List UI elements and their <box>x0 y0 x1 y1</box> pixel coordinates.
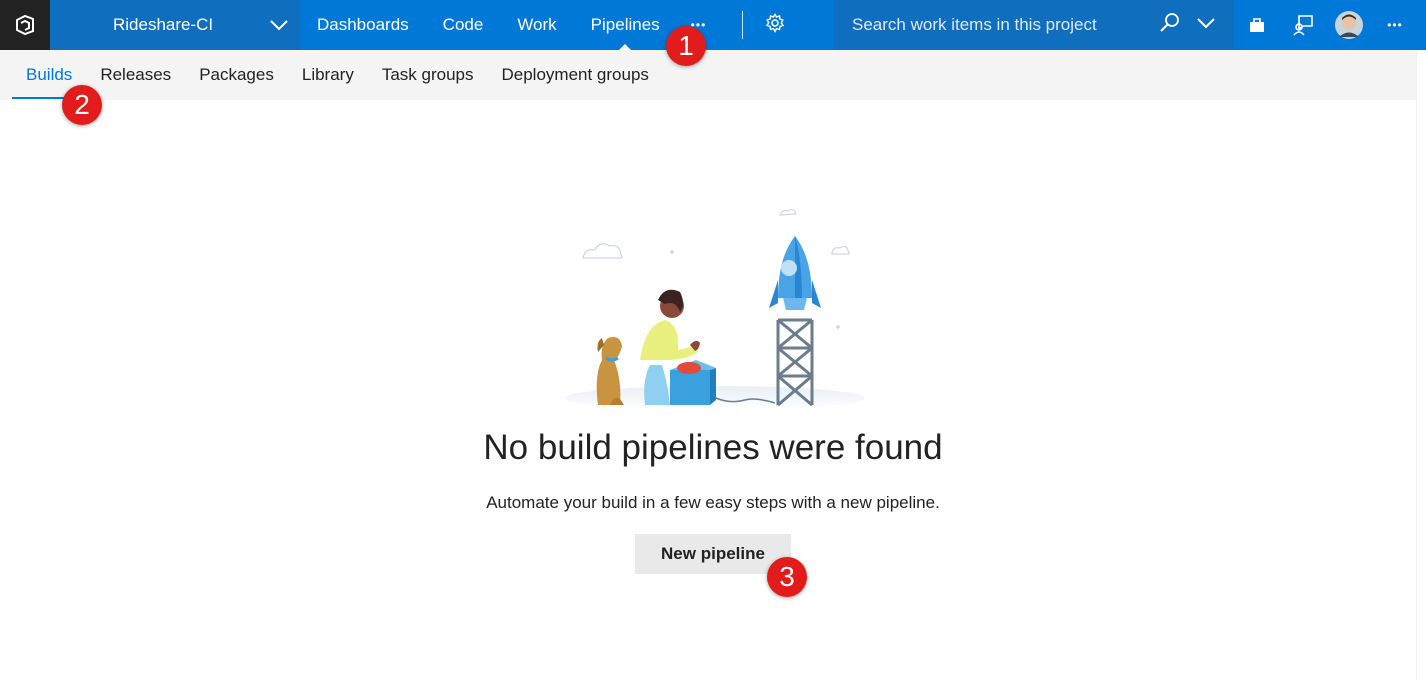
avatar[interactable] <box>1326 0 1372 50</box>
more-options-button[interactable]: ••• <box>1372 0 1418 50</box>
gear-icon <box>765 12 785 38</box>
empty-state-description: Automate your build in a few easy steps … <box>486 493 940 512</box>
rocket-launch-illustration <box>550 200 880 420</box>
project-selector[interactable]: Rideshare-CI <box>50 0 300 50</box>
scrollbar[interactable] <box>1416 50 1426 680</box>
nav-divider <box>742 11 744 39</box>
empty-state-heading: No build pipelines were found <box>483 428 943 467</box>
more-icon: ••• <box>1387 18 1403 32</box>
feedback-icon[interactable] <box>1280 0 1326 50</box>
nav-dashboards[interactable]: Dashboards <box>300 0 426 50</box>
tab-deployment-groups[interactable]: Deployment groups <box>488 50 663 100</box>
header-actions: ••• <box>1234 0 1418 50</box>
new-pipeline-button[interactable]: New pipeline <box>635 534 791 574</box>
pipelines-subnav: Builds Releases Packages Library Task gr… <box>0 50 1426 100</box>
nav-pipelines[interactable]: Pipelines <box>574 0 677 50</box>
callout-marker-2: 2 <box>62 85 102 125</box>
chevron-down-icon <box>270 16 288 36</box>
chevron-down-icon[interactable] <box>1197 16 1215 34</box>
nav-code[interactable]: Code <box>426 0 501 50</box>
settings-button[interactable] <box>765 0 805 50</box>
search-icon[interactable] <box>1159 12 1181 39</box>
project-name: Rideshare-CI <box>113 15 214 34</box>
vsts-logo-icon[interactable] <box>0 0 50 50</box>
search-input[interactable]: Search work items in this project <box>834 15 1154 35</box>
callout-marker-3: 3 <box>767 557 807 597</box>
tab-packages[interactable]: Packages <box>185 50 288 100</box>
tab-library[interactable]: Library <box>288 50 368 100</box>
search-box[interactable]: Search work items in this project <box>834 0 1234 50</box>
tab-task-groups[interactable]: Task groups <box>368 50 488 100</box>
tab-releases[interactable]: Releases <box>86 50 185 100</box>
nav-work[interactable]: Work <box>500 0 573 50</box>
callout-marker-1: 1 <box>666 26 706 66</box>
marketplace-bag-icon[interactable] <box>1234 0 1280 50</box>
